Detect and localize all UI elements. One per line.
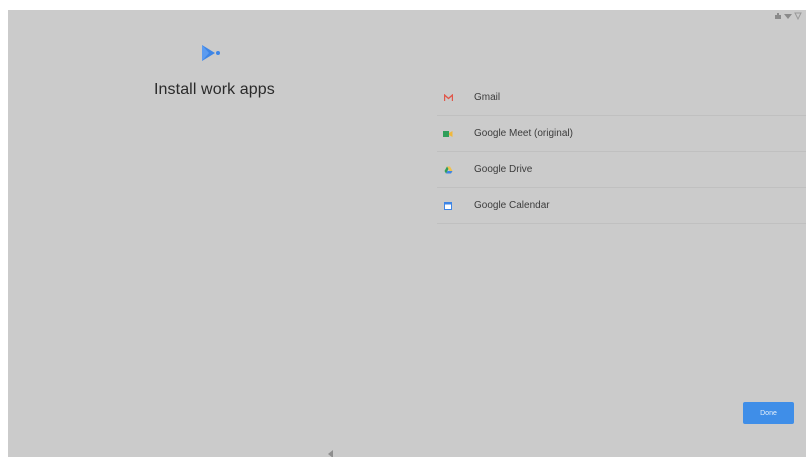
- page-title: Install work apps: [154, 81, 275, 98]
- app-label: Google Meet (original): [474, 128, 573, 139]
- google-calendar-icon: [442, 200, 454, 212]
- app-list: Gmail Google Meet (original) Google Driv…: [437, 80, 806, 224]
- back-icon[interactable]: [326, 446, 336, 457]
- google-drive-icon: [442, 164, 454, 176]
- google-play-icon: [200, 44, 222, 62]
- wifi-icon: [784, 10, 792, 25]
- app-item-google-drive[interactable]: Google Drive: [437, 152, 806, 188]
- done-button[interactable]: Done: [743, 402, 794, 424]
- notification-icon: [774, 10, 782, 25]
- app-item-gmail[interactable]: Gmail: [437, 80, 806, 116]
- status-bar: [774, 10, 802, 22]
- setup-screen: Install work apps Gmail Google Meet (ori…: [8, 10, 806, 457]
- app-label: Google Drive: [474, 164, 533, 175]
- battery-icon: [794, 10, 802, 25]
- app-label: Google Calendar: [474, 200, 550, 211]
- app-item-google-calendar[interactable]: Google Calendar: [437, 188, 806, 224]
- google-meet-icon: [442, 128, 454, 140]
- gmail-icon: [442, 92, 454, 104]
- app-label: Gmail: [474, 92, 501, 103]
- app-item-google-meet[interactable]: Google Meet (original): [437, 116, 806, 152]
